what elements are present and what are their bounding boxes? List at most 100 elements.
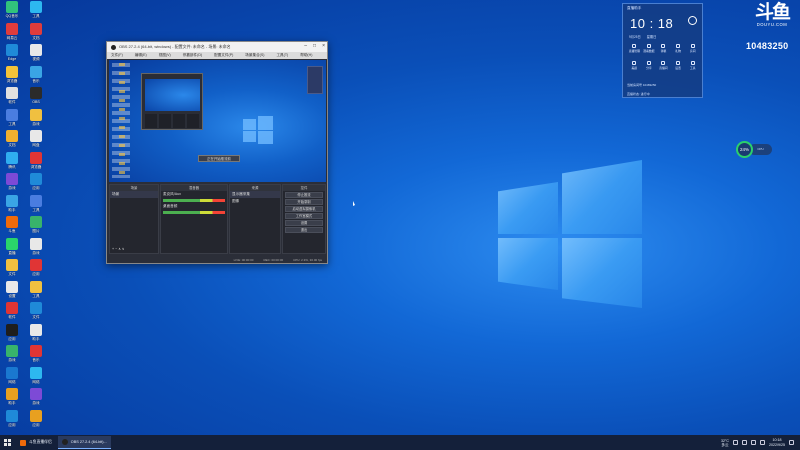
desktop-icon[interactable]: 助手	[0, 194, 24, 218]
obs-preview[interactable]: 正在开始推流前	[109, 60, 326, 182]
minimize-icon[interactable]: –	[304, 43, 307, 49]
desktop-icon[interactable]: 软件	[0, 302, 24, 325]
menu-tools[interactable]: 工具(T)	[276, 53, 288, 58]
desktop-icon[interactable]: 工具	[24, 1, 48, 24]
douyu-logo: 斗鱼 DOUYU.COM	[748, 3, 796, 28]
desktop-icon[interactable]: 文档	[24, 22, 48, 46]
douyu-grid-item[interactable]: 直播管理	[627, 44, 642, 57]
desktop-icon[interactable]: 设置	[0, 280, 24, 304]
menu-file[interactable]: 文件(F)	[111, 53, 123, 58]
desktop-icon[interactable]: 文件	[24, 302, 48, 325]
douyu-grid-item[interactable]: 设置	[671, 61, 686, 74]
stop-stream-button[interactable]: 停止推流	[285, 192, 323, 198]
desktop-icon[interactable]: QQ音乐	[0, 1, 24, 24]
weather-widget[interactable]: 32°C 多云	[721, 439, 729, 447]
desktop-icon[interactable]: 应用	[0, 409, 24, 433]
douyu-grid-item[interactable]: 房间	[685, 44, 700, 57]
tray-overflow-icon[interactable]	[733, 440, 738, 445]
desktop-icon[interactable]: 应用	[24, 173, 48, 196]
preview-nested-obs	[141, 73, 203, 130]
mic-volume-meter[interactable]	[163, 199, 225, 202]
maximize-icon[interactable]: □	[313, 43, 316, 49]
taskbar-item-obs[interactable]: OBS 27.2.4 (64-bit)...	[57, 436, 111, 449]
scene-controls[interactable]: + − ∧ ∨	[110, 246, 158, 253]
desktop-icon[interactable]: 工具	[0, 108, 24, 132]
desktop-icon[interactable]: 游戏	[0, 173, 24, 196]
start-recording-button[interactable]: 开始录制	[285, 199, 323, 205]
desktop-icon[interactable]: 视频	[24, 44, 48, 67]
obs-window[interactable]: OBS 27.2.4 (64-bit, windows) - 配置文件: 未命名…	[106, 41, 328, 264]
desktop-icon[interactable]: 腾讯	[0, 151, 24, 175]
start-button[interactable]	[0, 435, 14, 450]
desktop-icon[interactable]: 网络	[24, 366, 48, 390]
taskbar-clock[interactable]: 10:18 2022/9/25	[769, 438, 785, 447]
desktop-icon-label: 游戏	[8, 358, 16, 362]
close-icon[interactable]: ×	[322, 43, 325, 49]
menu-view[interactable]: 视图(V)	[159, 53, 171, 58]
menu-profile[interactable]: 配置文件(P)	[214, 53, 233, 58]
desktop-icon[interactable]: 游戏	[24, 237, 48, 261]
menu-edit[interactable]: 编辑(E)	[135, 53, 147, 58]
volume-icon[interactable]	[751, 440, 756, 445]
network-icon[interactable]	[742, 440, 747, 445]
desktop-icon[interactable]: 网盘	[24, 130, 48, 153]
douyu-grid-item[interactable]: 美颜	[627, 61, 642, 74]
taskbar-item-douyu[interactable]: 斗鱼直播伴侣	[16, 436, 56, 449]
status-cpu: CPU: 2.3%, 30.00 fps	[293, 257, 322, 262]
input-method-icon[interactable]	[760, 440, 765, 445]
douyu-grid-item[interactable]: 直播间	[656, 61, 671, 74]
obs-titlebar[interactable]: OBS 27.2.4 (64-bit, windows) - 配置文件: 未命名…	[107, 42, 327, 52]
desktop-icon[interactable]: 文档	[0, 130, 24, 153]
app-icon	[6, 65, 18, 78]
douyu-assistant-panel[interactable]: 直播助手 10 : 18 9月25日 星期日 直播管理 观看数据 弹幕 礼物 房间 美颜 分…	[622, 3, 703, 98]
studio-mode-button[interactable]: 工作室模式	[285, 213, 323, 219]
desktop-icon[interactable]: 浏览器	[24, 151, 48, 175]
menu-docks[interactable]: 停靠部件(D)	[183, 53, 202, 58]
exit-button[interactable]: 退出	[285, 227, 323, 233]
douyu-grid-item[interactable]: 礼物	[671, 44, 686, 57]
desktop-icon[interactable]: 游戏	[24, 388, 48, 411]
douyu-grid-item[interactable]: 工具	[685, 61, 700, 74]
desktop-icon[interactable]: 工具	[24, 194, 48, 218]
desktop-icon[interactable]: 音乐	[24, 345, 48, 368]
source-item-image[interactable]: 图像	[230, 198, 280, 205]
desktop-icon[interactable]: 斗鱼	[0, 216, 24, 239]
douyu-grid-item[interactable]: 弹幕	[656, 44, 671, 57]
desktop-icon[interactable]: 游戏	[24, 108, 48, 132]
performance-widget[interactable]: CPU 24%	[733, 140, 773, 159]
preview-windows-logo	[243, 116, 273, 144]
scene-item[interactable]: 场景	[110, 191, 158, 198]
desktop-icon[interactable]: 浏览器	[0, 65, 24, 89]
douyu-grid-item[interactable]: 观看数据	[642, 44, 657, 57]
desktop-icon[interactable]: 应用	[24, 409, 48, 433]
app-icon	[6, 151, 18, 164]
source-item-display[interactable]: 显示器采集	[230, 191, 280, 198]
desktop-icon[interactable]: OBS	[24, 87, 48, 110]
desktop-icon[interactable]: Edge	[0, 44, 24, 67]
desktop-icon-label: 音乐	[32, 358, 40, 362]
douyu-grid-label: 美颜	[631, 66, 638, 70]
desktop-icon[interactable]: 应用	[24, 259, 48, 282]
desktop-icon[interactable]: 游戏	[0, 345, 24, 368]
desktop-icon[interactable]: 应用	[0, 323, 24, 347]
desktop-icon[interactable]: 网易云	[0, 22, 24, 46]
app-icon	[30, 237, 42, 250]
desktop-icon[interactable]: 软件	[0, 87, 24, 110]
menu-scene-collection[interactable]: 场景集合(S)	[245, 53, 264, 58]
notification-icon[interactable]	[789, 440, 794, 445]
menu-help[interactable]: 帮助(H)	[300, 53, 312, 58]
virtual-camera-button[interactable]: 启动虚拟摄像机	[285, 206, 323, 212]
desktop-icon[interactable]: 工具	[24, 280, 48, 304]
desktop-icon[interactable]: 直播	[0, 237, 24, 261]
settings-button[interactable]: 设置	[285, 220, 323, 226]
desktop-icon[interactable]: 助手	[24, 323, 48, 347]
desktop-icon[interactable]: 文件	[0, 259, 24, 282]
desktop-icon[interactable]: 网络	[0, 366, 24, 390]
desktop-volume-meter[interactable]	[163, 211, 225, 214]
douyu-grid-item[interactable]: 分享	[642, 61, 657, 74]
desktop-icon[interactable]: 助手	[0, 388, 24, 411]
desktop-icon-label: 工具	[32, 293, 40, 298]
desktop-icon[interactable]: 音乐	[24, 65, 48, 89]
app-icon	[30, 173, 42, 185]
desktop-icon[interactable]: 图片	[24, 216, 48, 239]
